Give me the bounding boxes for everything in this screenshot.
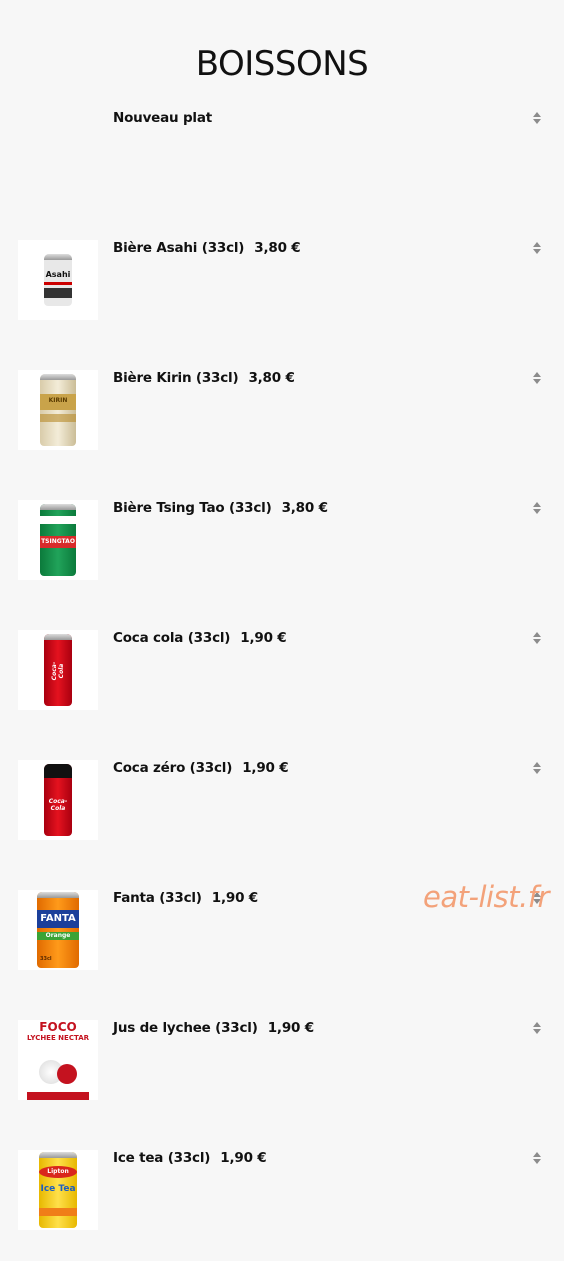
sort-icon[interactable]: [530, 111, 544, 125]
ice-tea-can-image: Lipton Ice Tea: [18, 1150, 98, 1230]
item-price: 1,90 €: [240, 630, 287, 646]
coca-zero-can-image: Coca-Cola: [18, 760, 98, 840]
list-item[interactable]: FOCO LYCHEE NECTAR Jus de lychee (33cl) 1…: [0, 1020, 564, 1110]
list-item[interactable]: KIRIN Bière Kirin (33cl) 3,80 €: [0, 370, 564, 460]
item-name: Bière Tsing Tao (33cl): [113, 500, 272, 516]
item-price: 3,80 €: [248, 370, 295, 386]
item-name: Ice tea (33cl): [113, 1150, 211, 1166]
item-name: Coca cola (33cl): [113, 630, 231, 646]
sort-icon[interactable]: [530, 1151, 544, 1165]
list-item[interactable]: Coca-Cola Coca cola (33cl) 1,90 €: [0, 630, 564, 720]
item-price: 3,80 €: [281, 500, 328, 516]
list-item[interactable]: Lipton Ice Tea Ice tea (33cl) 1,90 €: [0, 1150, 564, 1240]
item-price: 1,90 €: [242, 760, 289, 776]
sort-icon[interactable]: [530, 371, 544, 385]
asahi-can-image: Asahi: [18, 240, 98, 320]
item-price: 1,90 €: [220, 1150, 267, 1166]
item-name: Bière Asahi (33cl): [113, 240, 245, 256]
item-name: Fanta (33cl): [113, 890, 202, 906]
lychee-can-image: FOCO LYCHEE NECTAR: [18, 1020, 98, 1100]
item-name: Coca zéro (33cl): [113, 760, 233, 776]
new-item-label: Nouveau plat: [113, 110, 213, 126]
fanta-can-image: FANTA Orange 33cl: [18, 890, 98, 970]
list-item[interactable]: Coca-Cola Coca zéro (33cl) 1,90 €: [0, 760, 564, 850]
coca-cola-can-image: Coca-Cola: [18, 630, 98, 710]
item-price: 3,80 €: [254, 240, 301, 256]
item-name: Bière Kirin (33cl): [113, 370, 239, 386]
item-price: 1,90 €: [211, 890, 258, 906]
list-item[interactable]: Asahi Bière Asahi (33cl) 3,80 €: [0, 240, 564, 330]
sort-icon[interactable]: [530, 1021, 544, 1035]
sort-icon[interactable]: [530, 761, 544, 775]
page-title: BOISSONS: [195, 44, 369, 84]
item-name: Jus de lychee (33cl): [113, 1020, 258, 1036]
tsingtao-can-image: TSINGTAO: [18, 500, 98, 580]
item-price: 1,90 €: [267, 1020, 314, 1036]
sort-icon[interactable]: [530, 631, 544, 645]
sort-icon[interactable]: [530, 241, 544, 255]
sort-icon[interactable]: [530, 501, 544, 515]
new-item-row[interactable]: Nouveau plat: [0, 110, 564, 200]
watermark: eat-list.fr: [423, 880, 549, 914]
list-item[interactable]: TSINGTAO Bière Tsing Tao (33cl) 3,80 €: [0, 500, 564, 590]
kirin-can-image: KIRIN: [18, 370, 98, 450]
